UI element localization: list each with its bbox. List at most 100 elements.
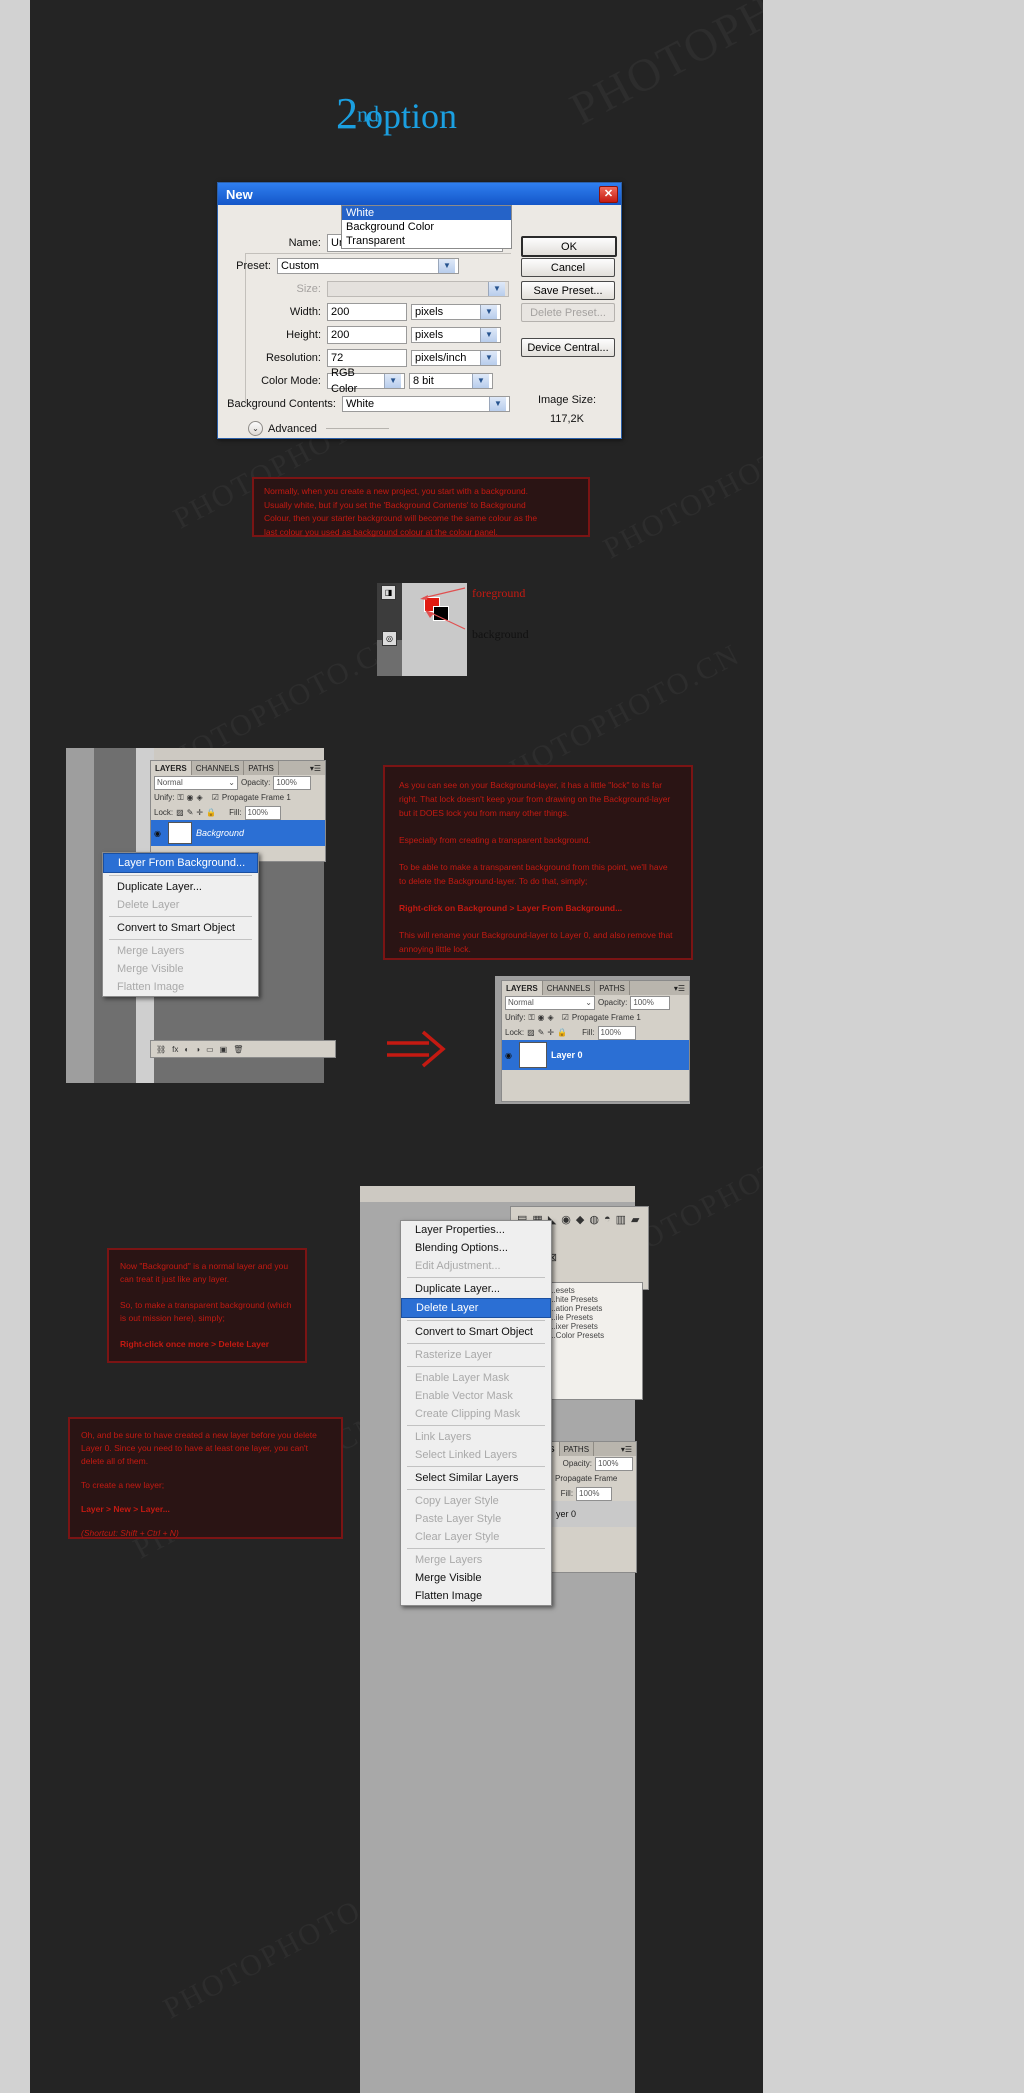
unify-visibility-icon[interactable]: ◉ <box>187 793 194 802</box>
height-input[interactable]: 200 <box>327 326 407 344</box>
tab-layers[interactable]: LAYERS <box>502 981 543 995</box>
preset-select[interactable]: Custom ▼ <box>277 258 459 274</box>
width-unit-select[interactable]: pixels ▼ <box>411 304 501 320</box>
new-group-icon[interactable]: ▭ <box>206 1045 214 1054</box>
shape-icon[interactable]: ◆ <box>576 1213 584 1246</box>
preset-list-item[interactable]: ...hite Presets <box>549 1295 639 1304</box>
blend-mode-select[interactable]: Normal ⌄ <box>154 775 238 790</box>
advanced-toggle[interactable]: ⌄ Advanced <box>248 421 389 436</box>
lock-all-icon[interactable]: 🔒 <box>206 808 216 817</box>
panel-tabs[interactable]: LAYERS CHANNELS PATHS ▾☰ <box>151 761 325 775</box>
dialog-title-bar: New ✕ <box>218 183 621 205</box>
lock-image-icon[interactable]: ✎ <box>538 1028 545 1037</box>
unify-position-icon[interactable]: ⚿ <box>177 793 183 803</box>
propagate-checkbox[interactable]: ☑ <box>562 1013 569 1022</box>
preset-list-item[interactable]: ...ile Presets <box>549 1313 639 1322</box>
layer-context-menu-2[interactable]: Layer Properties... Blending Options... … <box>400 1220 552 1606</box>
eye-icon[interactable]: ◉ <box>505 1051 515 1060</box>
color-mode-select[interactable]: RGB Color ▼ <box>327 367 405 395</box>
panel-menu-icon[interactable]: ▾☰ <box>670 981 689 995</box>
menu-item-duplicate-layer[interactable]: Duplicate Layer... <box>401 1280 551 1298</box>
opacity-value[interactable]: 100% <box>595 1456 633 1471</box>
opacity-value[interactable]: 100% <box>630 995 671 1010</box>
tab-paths[interactable]: PATHS <box>560 1442 595 1456</box>
layer-style-icon[interactable]: fx <box>172 1045 178 1054</box>
menu-item-merge-layers: Merge Layers <box>117 945 185 957</box>
cancel-button[interactable]: Cancel <box>521 258 615 277</box>
close-icon[interactable]: ✕ <box>599 185 618 203</box>
default-colors-icon[interactable]: ◨ <box>381 585 396 600</box>
fill-value[interactable]: 100% <box>244 805 281 820</box>
unify-visibility-icon[interactable]: ◉ <box>538 1013 545 1022</box>
pattern-icon[interactable]: ◍ <box>589 1213 599 1246</box>
styles-icon[interactable]: ◉ <box>561 1213 571 1246</box>
height-unit-select[interactable]: pixels ▼ <box>411 327 501 343</box>
preset-value: Custom <box>281 260 319 272</box>
tab-paths[interactable]: PATHS <box>244 761 279 775</box>
menu-item-convert-to-smart-object[interactable]: Convert to Smart Object <box>103 919 258 937</box>
resolution-unit-select[interactable]: pixels/inch ▼ <box>411 350 501 366</box>
width-input[interactable]: 200 <box>327 303 407 321</box>
presets-list[interactable]: ...esets ...hite Presets ...ation Preset… <box>545 1282 643 1400</box>
unify-position-icon[interactable]: ⚿ <box>528 1013 534 1023</box>
tab-channels[interactable]: CHANNELS <box>192 761 245 775</box>
delete-layer-icon[interactable]: 🗑 <box>233 1045 243 1054</box>
lock-all-icon[interactable]: 🔒 <box>557 1028 567 1037</box>
unify-style-icon[interactable]: ◈ <box>548 1013 554 1022</box>
tab-layers[interactable]: LAYERS <box>151 761 192 775</box>
panel-menu-icon[interactable]: ▾☰ <box>306 761 325 775</box>
fill-value[interactable]: 100% <box>576 1486 613 1501</box>
panel-menu-icon[interactable]: ▾☰ <box>617 1442 636 1456</box>
fill-value[interactable]: 100% <box>597 1025 636 1040</box>
layer-row-background[interactable]: ◉ Background <box>151 820 325 846</box>
dropdown-option-white[interactable]: White <box>342 206 511 220</box>
tool-preset-icon[interactable]: ▥ <box>616 1213 626 1246</box>
preset-list-item[interactable]: ...esets <box>549 1286 639 1295</box>
link-layers-icon[interactable]: ⛓ <box>156 1045 166 1054</box>
lock-position-icon[interactable]: ✛ <box>196 808 203 817</box>
add-mask-icon[interactable]: ◐ <box>184 1045 189 1054</box>
quick-mask-icon[interactable]: ◎ <box>382 631 397 646</box>
tab-channels[interactable]: CHANNELS <box>543 981 596 995</box>
device-central-button[interactable]: Device Central... <box>521 338 615 357</box>
unify-style-icon[interactable]: ◈ <box>197 793 203 802</box>
lock-position-icon[interactable]: ✛ <box>547 1028 554 1037</box>
menu-item-duplicate-layer[interactable]: Duplicate Layer... <box>103 878 258 896</box>
menu-item-layer-from-background[interactable]: Layer From Background... <box>103 853 258 873</box>
menu-item-convert-to-smart-object[interactable]: Convert to Smart Object <box>401 1323 551 1341</box>
preset-list-item[interactable]: ...ixer Presets <box>549 1322 639 1331</box>
menu-item-merge-visible[interactable]: Merge Visible <box>401 1569 551 1587</box>
menu-item-blending-options[interactable]: Blending Options... <box>401 1239 551 1257</box>
blend-mode-select[interactable]: Normal ⌄ <box>505 995 595 1010</box>
tutorial-canvas: PHOTOPHOTO.CN PHOTOPHOTO.CN PHOTOPHOTO.C… <box>30 0 763 2093</box>
opacity-value[interactable]: 100% <box>273 775 312 790</box>
panel-tabs[interactable]: LAYERS CHANNELS PATHS ▾☰ <box>502 981 689 995</box>
lock-transparent-icon[interactable]: ▨ <box>176 808 184 817</box>
lock-transparent-icon[interactable]: ▨ <box>527 1028 535 1037</box>
color-depth-select[interactable]: 8 bit ▼ <box>409 373 493 389</box>
new-layer-icon[interactable]: ▣ <box>220 1045 228 1054</box>
layer-context-menu-1[interactable]: Layer From Background... Duplicate Layer… <box>102 852 259 997</box>
background-contents-dropdown-list[interactable]: White Background Color Transparent <box>341 205 512 249</box>
eye-icon[interactable]: ◉ <box>154 829 164 838</box>
ok-button[interactable]: OK <box>521 236 617 257</box>
preset-list-item[interactable]: ...Color Presets <box>549 1331 639 1340</box>
lock-image-icon[interactable]: ✎ <box>187 808 194 817</box>
propagate-checkbox[interactable]: ☑ <box>212 793 219 802</box>
menu-item-layer-properties[interactable]: Layer Properties... <box>401 1221 551 1239</box>
menu-item-delete-layer[interactable]: Delete Layer <box>401 1298 551 1318</box>
adjustment-layer-icon[interactable]: ◑ <box>195 1045 200 1054</box>
menu-item-flatten-image[interactable]: Flatten Image <box>401 1587 551 1605</box>
dropdown-option-background-color[interactable]: Background Color <box>342 220 511 234</box>
menu-item-select-similar-layers[interactable]: Select Similar Layers <box>401 1469 551 1487</box>
dropdown-option-transparent[interactable]: Transparent <box>342 234 511 248</box>
unify-label: Unify: <box>154 793 175 802</box>
background-contents-select[interactable]: White ▼ <box>342 396 510 412</box>
preset-list-item[interactable]: ...ation Presets <box>549 1304 639 1313</box>
custom-shape-icon[interactable]: ▰ <box>631 1213 639 1246</box>
save-preset-button[interactable]: Save Preset... <box>521 281 615 300</box>
name-label: Name: <box>288 237 321 249</box>
tab-paths[interactable]: PATHS <box>595 981 630 995</box>
layer-row-layer0[interactable]: ◉ Layer 0 <box>502 1040 689 1070</box>
contour-icon[interactable]: ◓ <box>604 1213 611 1246</box>
